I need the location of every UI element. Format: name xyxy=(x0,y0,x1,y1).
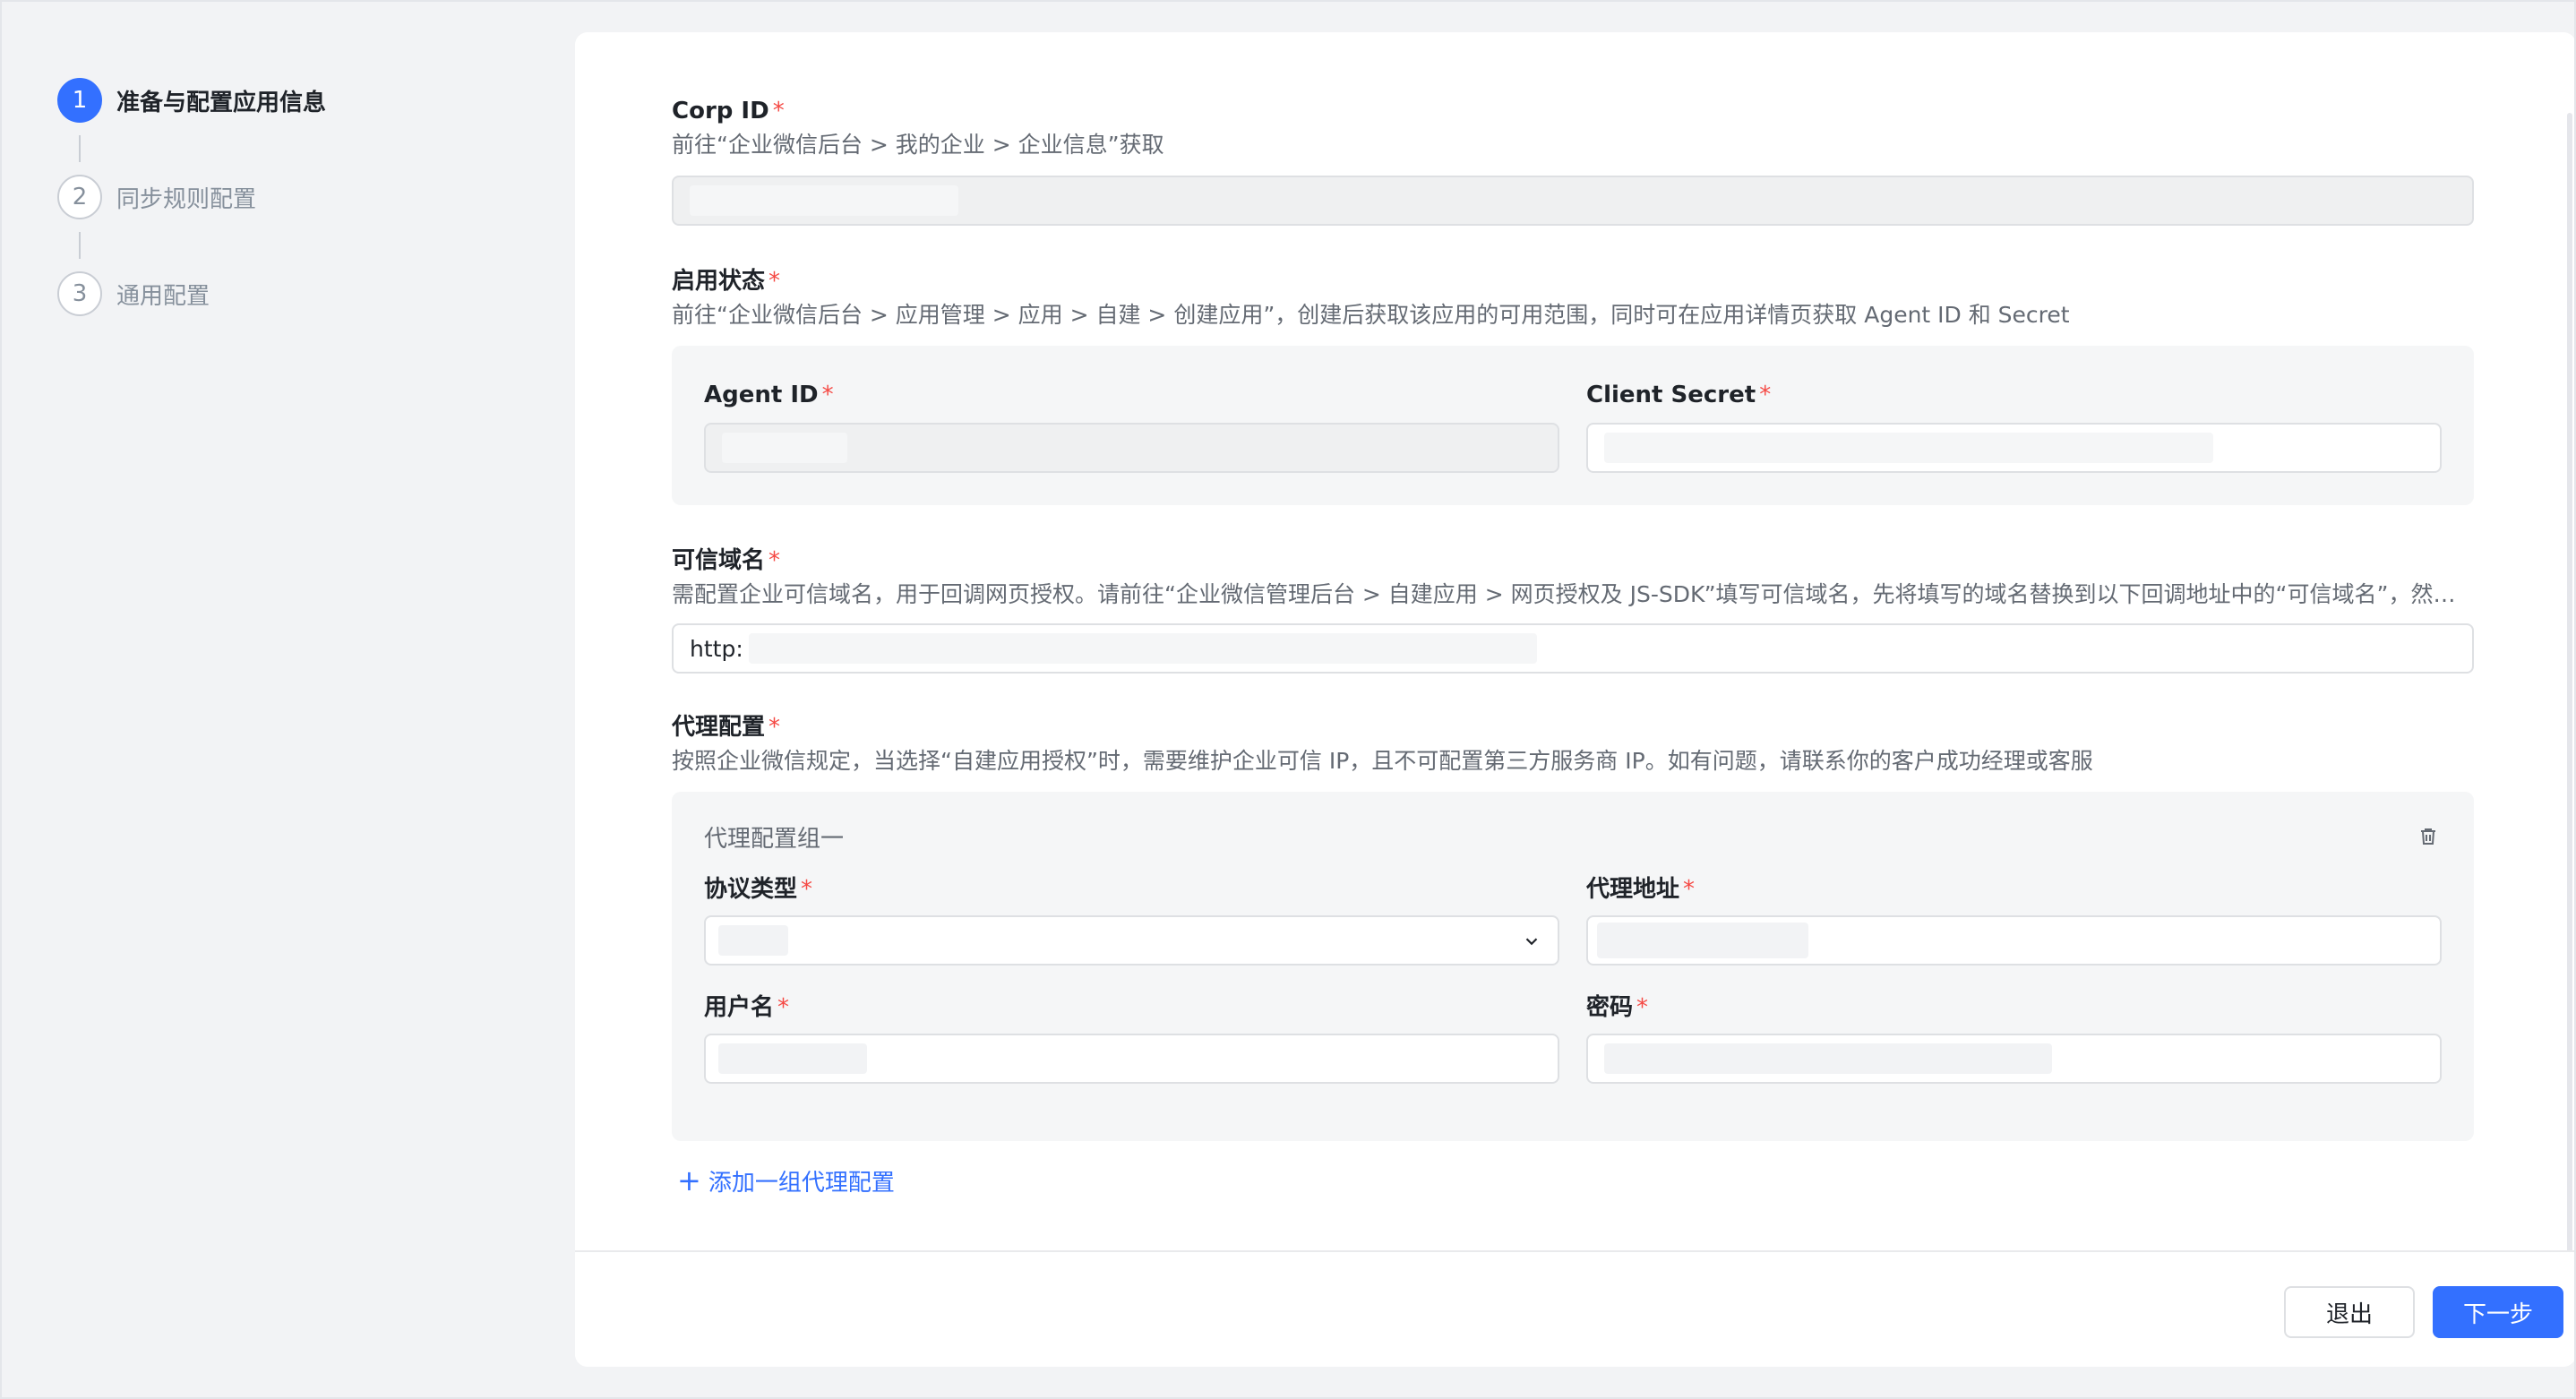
corp-id-title: Corp ID * xyxy=(672,95,2474,127)
scrollbar[interactable] xyxy=(2567,113,2572,1277)
trusted-domain-section: 可信域名 * 需配置企业可信域名，用于回调网页授权。请前往“企业微信管理后台 > … xyxy=(672,545,2474,674)
proxy-group-title: 代理配置组一 xyxy=(704,825,845,853)
trusted-domain-value: http: xyxy=(690,635,743,662)
enable-status-title-text: 启用状态 xyxy=(672,268,766,295)
proxy-title-text: 代理配置 xyxy=(672,714,766,741)
corp-id-title-text: Corp ID xyxy=(672,98,769,124)
exit-button[interactable]: 退出 xyxy=(2284,1286,2415,1338)
proxy-grid-row-2: 用户名 * 密码 * xyxy=(704,991,2442,1084)
trash-icon[interactable] xyxy=(2415,823,2442,850)
step-connector xyxy=(79,135,81,162)
corp-id-desc: 前往“企业微信后台 > 我的企业 > 企业信息”获取 xyxy=(672,132,1164,158)
required-mark: * xyxy=(769,714,781,741)
redacted-value xyxy=(1604,1043,2052,1074)
protocol-label: 协议类型 * xyxy=(704,872,1559,906)
trusted-domain-title-text: 可信域名 xyxy=(672,547,766,574)
step-2[interactable]: 2 同步规则配置 xyxy=(57,174,523,220)
redacted-value xyxy=(1604,433,2213,463)
username-input[interactable] xyxy=(704,1034,1559,1084)
proxy-group-panel: 代理配置组一 协议类型 * 代理地址 * 用户名 * 密码 * xyxy=(672,792,2474,1141)
page: 1 准备与配置应用信息 2 同步规则配置 3 通用配置 Corp ID * 前往“… xyxy=(0,0,2576,1399)
proxy-section: 代理配置 * 按照企业微信规定，当选择“自建应用授权”时，需要维护企业可信 IP，… xyxy=(672,711,2474,1198)
agent-id-col: Agent ID * xyxy=(704,378,1559,473)
step-1[interactable]: 1 准备与配置应用信息 xyxy=(57,77,523,124)
required-mark: * xyxy=(772,98,785,124)
redacted-value xyxy=(722,433,847,463)
trusted-domain-desc: 需配置企业可信域名，用于回调网页授权。请前往“企业微信管理后台 > 自建应用 >… xyxy=(672,581,2474,607)
step-2-number: 2 xyxy=(57,175,102,219)
client-secret-label-text: Client Secret xyxy=(1586,382,1756,408)
agent-id-label: Agent ID * xyxy=(704,378,1559,412)
address-label: 代理地址 * xyxy=(1586,872,2442,906)
plus-icon: + xyxy=(677,1163,701,1197)
step-1-number: 1 xyxy=(57,78,102,123)
password-col: 密码 * xyxy=(1586,991,2442,1084)
password-label-text: 密码 xyxy=(1586,994,1634,1021)
username-label-text: 用户名 xyxy=(704,994,775,1021)
proxy-group-header: 代理配置组一 xyxy=(704,819,2442,854)
username-col: 用户名 * xyxy=(704,991,1559,1084)
required-mark: * xyxy=(821,382,834,408)
client-secret-col: Client Secret * xyxy=(1586,378,2442,473)
required-mark: * xyxy=(777,994,790,1021)
steps-sidebar: 1 准备与配置应用信息 2 同步规则配置 3 通用配置 xyxy=(57,77,523,317)
address-col: 代理地址 * xyxy=(1586,872,2442,966)
form-content: Corp ID * 前往“企业微信后台 > 我的企业 > 企业信息”获取 启用状态… xyxy=(672,95,2474,1198)
corp-id-input[interactable] xyxy=(672,176,2474,226)
next-button[interactable]: 下一步 xyxy=(2433,1286,2563,1338)
step-2-label: 同步规则配置 xyxy=(116,185,257,213)
step-3-number: 3 xyxy=(57,271,102,316)
agent-id-label-text: Agent ID xyxy=(704,382,819,408)
enable-status-desc: 前往“企业微信后台 > 应用管理 > 应用 > 自建 > 创建应用”，创建后获取… xyxy=(672,302,2070,328)
agent-id-input[interactable] xyxy=(704,423,1559,473)
required-mark: * xyxy=(1759,382,1772,408)
form-card: Corp ID * 前往“企业微信后台 > 我的企业 > 企业信息”获取 启用状态… xyxy=(575,32,2576,1367)
redacted-value xyxy=(748,633,1537,664)
redacted-value xyxy=(1597,923,1808,958)
redacted-value xyxy=(718,1043,867,1074)
enable-status-title: 启用状态 * xyxy=(672,265,2474,297)
proxy-desc: 按照企业微信规定，当选择“自建应用授权”时，需要维护企业可信 IP，且不可配置第… xyxy=(672,748,2093,774)
protocol-label-text: 协议类型 xyxy=(704,876,798,903)
protocol-select[interactable] xyxy=(704,915,1559,966)
step-3[interactable]: 3 通用配置 xyxy=(57,270,523,317)
proxy-grid-row-1: 协议类型 * 代理地址 * xyxy=(704,872,2442,966)
address-input[interactable] xyxy=(1586,915,2442,966)
redacted-value xyxy=(718,925,788,956)
add-proxy-label: 添加一组代理配置 xyxy=(708,1169,895,1197)
password-label: 密码 * xyxy=(1586,991,2442,1025)
trusted-domain-input[interactable]: http: xyxy=(672,623,2474,674)
required-mark: * xyxy=(1683,876,1696,903)
client-secret-input[interactable] xyxy=(1586,423,2442,473)
password-input[interactable] xyxy=(1586,1034,2442,1084)
proxy-title: 代理配置 * xyxy=(672,711,2474,743)
step-connector xyxy=(79,232,81,259)
app-credentials-panel: Agent ID * Client Secret * xyxy=(672,346,2474,505)
required-mark: * xyxy=(769,547,781,574)
redacted-value xyxy=(690,185,958,216)
client-secret-label: Client Secret * xyxy=(1586,378,2442,412)
add-proxy-row: + 添加一组代理配置 xyxy=(672,1163,2474,1198)
step-1-label: 准备与配置应用信息 xyxy=(116,89,327,116)
credentials-grid: Agent ID * Client Secret * xyxy=(704,378,2442,473)
protocol-col: 协议类型 * xyxy=(704,872,1559,966)
corp-id-section: Corp ID * 前往“企业微信后台 > 我的企业 > 企业信息”获取 xyxy=(672,95,2474,226)
trusted-domain-title: 可信域名 * xyxy=(672,545,2474,577)
required-mark: * xyxy=(801,876,813,903)
username-label: 用户名 * xyxy=(704,991,1559,1025)
required-mark: * xyxy=(1636,994,1649,1021)
address-label-text: 代理地址 xyxy=(1586,876,1680,903)
chevron-down-icon xyxy=(1522,931,1541,950)
add-proxy-button[interactable]: + 添加一组代理配置 xyxy=(677,1163,895,1198)
required-mark: * xyxy=(769,268,781,295)
step-3-label: 通用配置 xyxy=(116,282,210,310)
enable-status-section: 启用状态 * 前往“企业微信后台 > 应用管理 > 应用 > 自建 > 创建应用”… xyxy=(672,265,2474,505)
form-footer: 退出 下一步 xyxy=(575,1250,2576,1367)
